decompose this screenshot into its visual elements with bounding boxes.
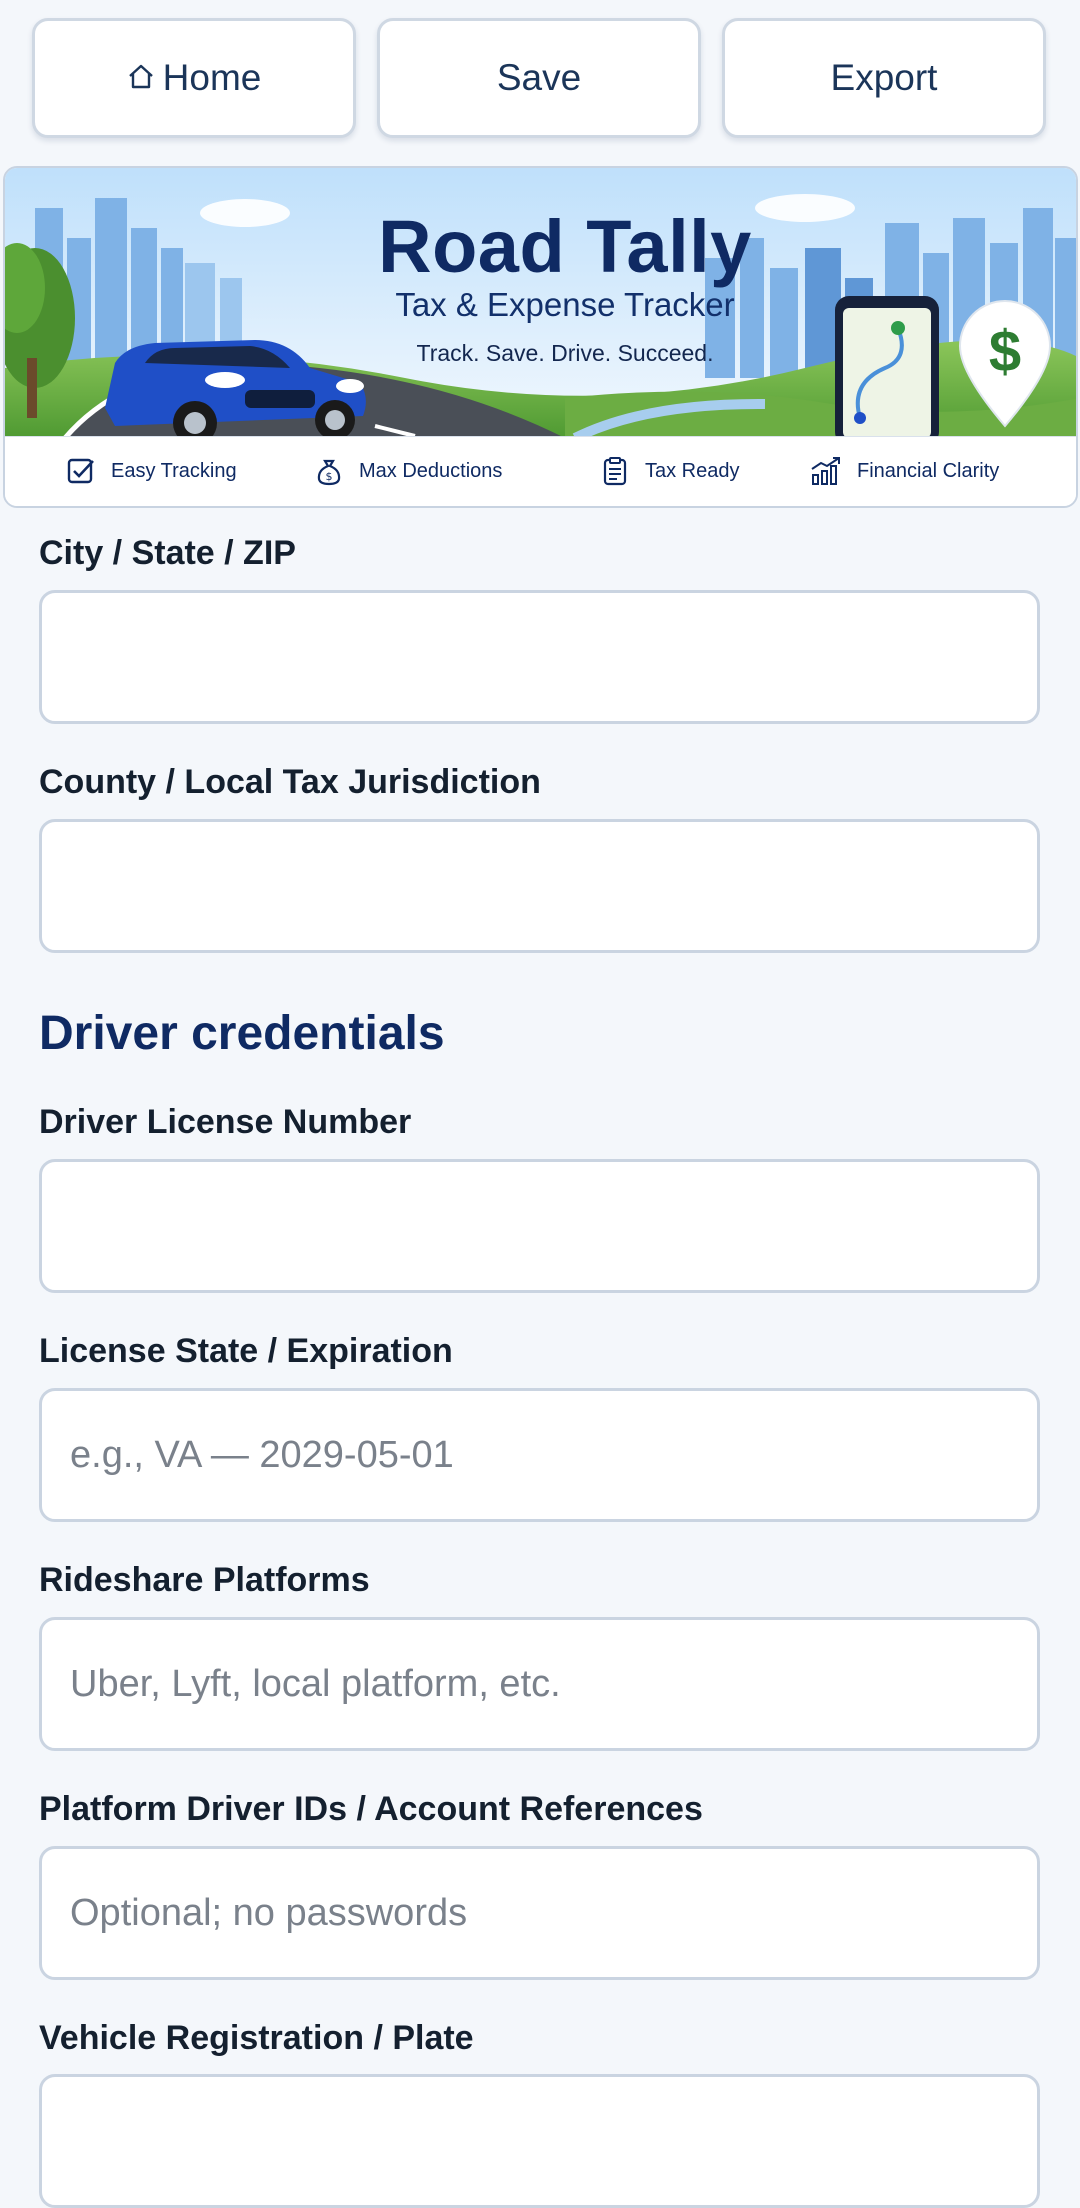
feature-label: Financial Clarity [857,459,1000,482]
clipboard-icon [603,457,627,486]
feature-tax-ready: Tax Ready [599,455,740,487]
county-tax-jurisdiction-label: County / Local Tax Jurisdiction [39,763,541,801]
home-icon [127,57,155,99]
home-button[interactable]: Home [32,18,356,138]
export-button[interactable]: Export [722,18,1046,138]
top-navigation: Home Save Export [0,0,1080,160]
money-bag-icon: $ [317,459,341,486]
rideshare-platforms-input[interactable] [39,1617,1040,1751]
driver-license-number-label: Driver License Number [39,1103,412,1141]
feature-financial-clarity: Financial Clarity [809,455,999,487]
feature-label: Tax Ready [645,459,740,482]
checkbox-icon [67,458,94,484]
city-state-zip-label: City / State / ZIP [39,534,296,572]
platform-driver-ids-label: Platform Driver IDs / Account References [39,1790,703,1828]
city-state-zip-input[interactable] [39,590,1040,724]
feature-label: Max Deductions [359,459,503,482]
growth-chart-icon [811,457,840,485]
svg-text:$: $ [326,470,333,483]
driver-license-number-input[interactable] [39,1159,1040,1293]
dollar-symbol: $ [988,319,1022,384]
vehicle-registration-plate-label: Vehicle Registration / Plate [39,2019,474,2057]
driver-credentials-heading: Driver credentials [39,1007,445,1060]
road-tally-banner: Road Tally Tax & Expense Tracker Track. … [3,166,1078,508]
county-tax-jurisdiction-input[interactable] [39,819,1040,953]
feature-easy-tracking: Easy Tracking [65,455,237,487]
vehicle-registration-plate-input[interactable] [39,2074,1040,2208]
license-state-expiration-input[interactable] [39,1388,1040,1522]
home-button-label: Home [162,57,262,98]
license-state-expiration-label: License State / Expiration [39,1332,453,1370]
save-button[interactable]: Save [377,18,701,138]
feature-max-deductions: $ Max Deductions [313,455,502,487]
feature-bar: Easy Tracking $ Max Deductions Tax Ready [5,436,1076,506]
feature-label: Easy Tracking [111,459,237,482]
banner-subtitle: Tax & Expense Tracker [395,286,735,323]
banner-title: Road Tally [378,205,752,288]
banner-tagline: Track. Save. Drive. Succeed. [416,340,714,366]
platform-driver-ids-input[interactable] [39,1846,1040,1980]
rideshare-platforms-label: Rideshare Platforms [39,1561,370,1599]
